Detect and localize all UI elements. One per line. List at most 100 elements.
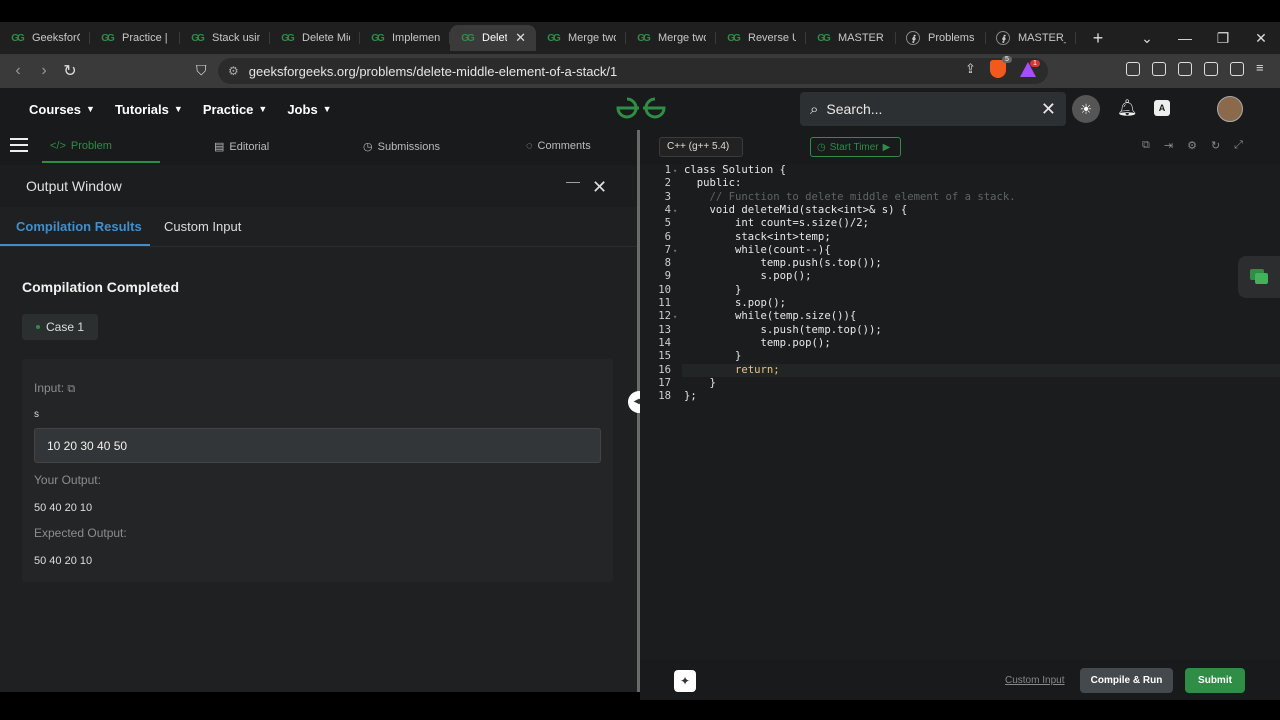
line-number: 16 bbox=[658, 363, 671, 376]
tab-submissions[interactable]: ◷ Submissions bbox=[363, 140, 440, 154]
fold-icon[interactable]: ▾ bbox=[673, 245, 677, 258]
translate-icon[interactable]: A bbox=[1154, 100, 1170, 116]
fold-icon[interactable]: ▾ bbox=[673, 311, 677, 324]
share-icon[interactable]: ⇪ bbox=[965, 61, 976, 77]
bookmark-icon[interactable]: ⛉ bbox=[196, 62, 207, 79]
gfg-icon: GG bbox=[101, 32, 115, 44]
vpn-icon[interactable] bbox=[1230, 62, 1244, 76]
browser-tab[interactable]: GG Stack using bbox=[180, 25, 270, 51]
gfg-icon: GG bbox=[191, 32, 205, 44]
gfg-logo[interactable] bbox=[615, 96, 667, 126]
browser-tab[interactable]: GG Delete Mid bbox=[270, 25, 360, 51]
tab-comments[interactable]: ◌ Comments bbox=[526, 140, 591, 152]
browser-tab[interactable]: GG Practice | G bbox=[90, 25, 180, 51]
submit-button[interactable]: Submit bbox=[1185, 668, 1245, 693]
browser-tab-label: Merge two bbox=[658, 32, 706, 44]
browser-tab[interactable]: GG GeeksforGe bbox=[0, 25, 90, 51]
hamburger-menu-icon[interactable] bbox=[10, 138, 28, 156]
input-label: Input: ⧉ bbox=[34, 381, 76, 395]
fold-icon[interactable]: ▾ bbox=[673, 165, 677, 178]
lightbulb-icon[interactable]: ✦ bbox=[674, 670, 696, 692]
close-output-icon[interactable]: ✕ bbox=[592, 177, 607, 198]
back-icon[interactable]: ‹ bbox=[5, 62, 31, 80]
menu-jobs[interactable]: Jobs ▼ bbox=[287, 102, 331, 117]
reset-icon[interactable]: ↻ bbox=[1211, 139, 1220, 152]
brave-shield-icon[interactable]: 5 bbox=[989, 56, 1012, 78]
tab-problem[interactable]: </> Problem bbox=[50, 140, 112, 152]
copy-code-icon[interactable]: ⧉ bbox=[1142, 139, 1150, 152]
menu-icon[interactable]: ≡ bbox=[1256, 61, 1270, 76]
browser-tab[interactable]: GG Implement bbox=[360, 25, 450, 51]
problem-panel: </> Problem ▤ Editorial ◷ Submissions ◌ Comm… bbox=[0, 130, 637, 692]
minimize-output-icon[interactable]: — bbox=[566, 173, 580, 189]
extension-icons: ≡ bbox=[1126, 61, 1270, 76]
tab-custom-input[interactable]: Custom Input bbox=[164, 219, 241, 234]
url-text: geeksforgeeks.org/problems/delete-middle… bbox=[248, 63, 618, 79]
your-output-label: Your Output: bbox=[34, 473, 101, 487]
line-number: 5 bbox=[664, 217, 671, 230]
your-output-value: 50 40 20 10 bbox=[34, 502, 93, 514]
io-box: Input: ⧉ s 10 20 30 40 50 Your Output: 5… bbox=[22, 359, 613, 582]
menu-courses[interactable]: Courses ▼ bbox=[29, 102, 95, 117]
chevron-down-icon: ▼ bbox=[322, 104, 332, 114]
case-tab[interactable]: Case 1 bbox=[22, 314, 98, 340]
tab-submissions-label: Submissions bbox=[377, 140, 440, 153]
export-icon[interactable]: ⇥ bbox=[1164, 139, 1173, 152]
tab-list-icon[interactable]: ⌄ bbox=[1128, 30, 1166, 47]
browser-tab[interactable]: GG Merge two bbox=[626, 25, 716, 51]
line-number: 6 bbox=[664, 230, 671, 243]
line-number: 9 bbox=[664, 270, 671, 283]
theme-toggle-icon[interactable]: ☀ bbox=[1072, 95, 1100, 123]
code-line: } bbox=[684, 376, 716, 389]
site-settings-icon[interactable]: ⚙ bbox=[228, 64, 239, 78]
search-input[interactable]: ⌕ Search... ✕ bbox=[800, 92, 1066, 126]
custom-input-link[interactable]: Custom Input bbox=[1005, 675, 1064, 686]
avatar[interactable] bbox=[1217, 96, 1243, 122]
settings-icon[interactable]: ⚙ bbox=[1187, 139, 1197, 152]
browser-tab[interactable]: ∮ Problems bbox=[896, 25, 986, 51]
fold-icon[interactable]: ▾ bbox=[673, 205, 677, 218]
problem-tabs: </> Problem ▤ Editorial ◷ Submissions ◌ Comm… bbox=[0, 130, 637, 163]
brave-rewards-icon[interactable]: 1 bbox=[1019, 59, 1040, 77]
wallet-icon[interactable] bbox=[1178, 62, 1192, 76]
fullscreen-icon[interactable]: ⤢ bbox=[1234, 139, 1243, 152]
chat-icon[interactable] bbox=[1238, 256, 1280, 298]
extensions-icon[interactable] bbox=[1126, 62, 1140, 76]
input-value-field[interactable]: 10 20 30 40 50 bbox=[34, 428, 601, 463]
output-window-title: Output Window bbox=[26, 178, 122, 194]
timer-label: Start Timer bbox=[829, 141, 879, 153]
brave-badge: 5 bbox=[1002, 56, 1012, 63]
copy-icon[interactable]: ⧉ bbox=[67, 383, 75, 395]
restore-icon[interactable]: ❐ bbox=[1204, 30, 1242, 47]
tab-compilation-results[interactable]: Compilation Results bbox=[16, 219, 142, 234]
address-bar[interactable]: ⚙ geeksforgeeks.org/problems/delete-midd… bbox=[218, 58, 1048, 84]
clear-search-icon[interactable]: ✕ bbox=[1041, 99, 1056, 120]
new-tab-button[interactable]: + bbox=[1088, 28, 1108, 49]
browser-tab[interactable]: GG MASTER - bbox=[806, 25, 896, 51]
forward-icon[interactable]: › bbox=[31, 62, 57, 80]
sidebar-icon[interactable] bbox=[1152, 62, 1166, 76]
language-select[interactable]: C++ (g++ 5.4) bbox=[659, 137, 743, 157]
browser-tab[interactable]: GG Merge two bbox=[536, 25, 626, 51]
reload-icon[interactable]: ↻ bbox=[57, 61, 83, 81]
start-timer-button[interactable]: ◷ Start Timer ▶ bbox=[810, 137, 901, 157]
line-number: 7 bbox=[664, 243, 671, 256]
close-window-icon[interactable]: ✕ bbox=[1242, 30, 1280, 47]
compile-run-button[interactable]: Compile & Run bbox=[1080, 668, 1173, 693]
chevron-down-icon: ▼ bbox=[173, 104, 183, 114]
menu-practice[interactable]: Practice ▼ bbox=[203, 102, 268, 117]
browser-tab[interactable]: GG Delete ✕ bbox=[450, 25, 536, 51]
notification-bell-icon[interactable]: 🔔︎ bbox=[1117, 98, 1137, 118]
line-number: 18 bbox=[658, 390, 671, 403]
browser-tab[interactable]: ∮ MASTER_2( bbox=[986, 25, 1076, 51]
menu-tutorials[interactable]: Tutorials ▼ bbox=[115, 102, 183, 117]
browser-tab[interactable]: GG Reverse Us bbox=[716, 25, 806, 51]
tab-editorial[interactable]: ▤ Editorial bbox=[214, 140, 269, 154]
minimize-icon[interactable]: — bbox=[1166, 30, 1204, 46]
browser-tab-label: GeeksforGe bbox=[32, 32, 80, 44]
browser-tab-label: Practice | G bbox=[122, 32, 170, 44]
code-line: return; bbox=[684, 363, 780, 376]
leo-ai-icon[interactable] bbox=[1204, 62, 1218, 76]
code-editor[interactable]: 1 ▾ class Solution {2 public: 3 // Function… bbox=[640, 164, 1280, 660]
close-tab-icon[interactable]: ✕ bbox=[515, 30, 526, 46]
